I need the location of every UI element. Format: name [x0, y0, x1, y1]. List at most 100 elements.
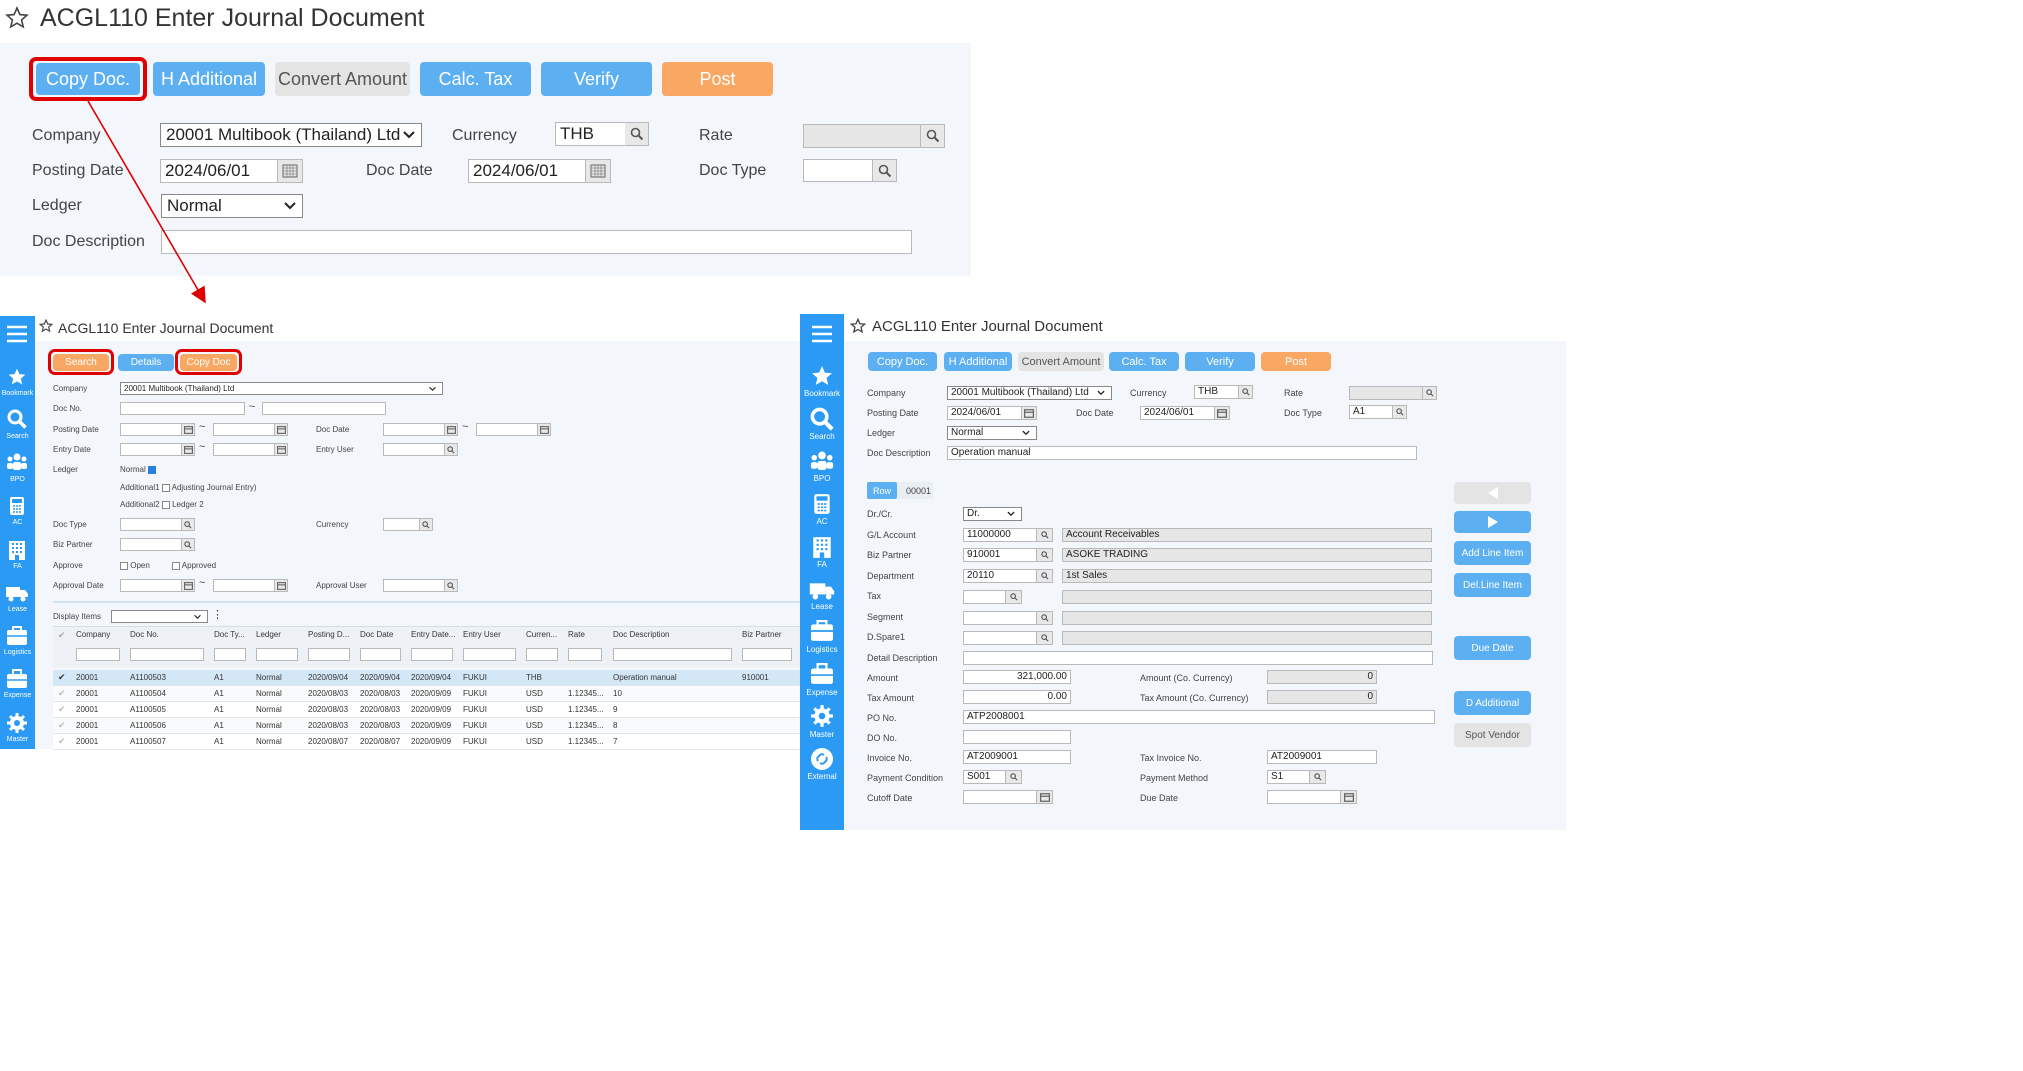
checkbox[interactable]	[161, 483, 170, 492]
calendar-icon[interactable]	[182, 443, 195, 456]
tax-invoice-no-field[interactable]: AT2009001	[1267, 750, 1377, 764]
biz-partner-field[interactable]	[120, 538, 182, 551]
calendar-icon[interactable]	[538, 423, 551, 436]
spot-vendor-button[interactable]: Spot Vendor	[1454, 723, 1531, 747]
grid-column-header[interactable]: Entry Date...	[411, 630, 455, 639]
tax-amount-field[interactable]: 0.00	[963, 690, 1071, 704]
ac-calculator-icon[interactable]	[813, 493, 831, 515]
gl-account-field[interactable]: 11000000	[963, 528, 1037, 542]
grid-column-filter[interactable]	[568, 648, 602, 661]
expense-briefcase-icon[interactable]	[6, 669, 28, 689]
entry-user-field[interactable]	[383, 443, 445, 456]
ledger-normal-option[interactable]: Normal	[120, 465, 157, 474]
approval-date-from[interactable]	[120, 579, 182, 592]
menu-icon[interactable]	[6, 325, 28, 343]
calendar-icon[interactable]	[1022, 406, 1037, 420]
grid-column-header[interactable]: Posting D...	[308, 630, 352, 639]
search-icon[interactable]	[1006, 770, 1022, 784]
approval-date-to[interactable]	[213, 579, 275, 592]
d-additional-button[interactable]: D Additional	[1454, 691, 1531, 715]
row-checkbox[interactable]: ✔	[58, 672, 66, 683]
master-gear-icon[interactable]	[6, 712, 28, 734]
bookmark-star-icon[interactable]	[850, 318, 866, 334]
grid-column-header[interactable]: Doc Ty...	[214, 630, 248, 639]
row-tab[interactable]: Row	[867, 482, 897, 499]
due-date-field[interactable]	[1267, 790, 1341, 804]
display-items-select[interactable]	[111, 610, 208, 623]
grid-column-header[interactable]: Curren...	[526, 630, 560, 639]
calendar-icon[interactable]	[275, 423, 288, 436]
grid-column-filter[interactable]	[256, 648, 298, 661]
lease-truck-icon[interactable]	[5, 584, 29, 602]
search-icon[interactable]	[1239, 385, 1253, 399]
ledger-additional2-option[interactable]: Additional2 Ledger 2	[120, 500, 204, 509]
po-no-field[interactable]: ATP2008001	[963, 710, 1435, 724]
master-gear-icon[interactable]	[809, 704, 835, 728]
search-icon[interactable]	[810, 407, 834, 431]
posting-date-from[interactable]	[120, 423, 182, 436]
grid-column-header[interactable]: Biz Partner	[742, 630, 794, 639]
grid-column-header[interactable]: Company	[76, 630, 122, 639]
do-no-field[interactable]	[963, 730, 1071, 744]
search-icon[interactable]	[1037, 569, 1053, 583]
due-date-button[interactable]: Due Date	[1454, 636, 1531, 660]
menu-icon[interactable]	[811, 325, 833, 343]
ac-calculator-icon[interactable]	[9, 496, 25, 516]
del-line-item-button[interactable]: Del.Line Item	[1454, 573, 1531, 597]
entry-date-to[interactable]	[213, 443, 275, 456]
grid-column-filter[interactable]	[526, 648, 558, 661]
grid-column-filter[interactable]	[130, 648, 204, 661]
details-button[interactable]: Details	[118, 354, 174, 371]
search-icon[interactable]	[1393, 405, 1407, 419]
search-icon[interactable]	[1423, 386, 1437, 400]
company-select[interactable]: 20001 Multibook (Thailand) Ltd	[947, 386, 1112, 400]
select-all-checkbox[interactable]: ✔	[58, 630, 66, 641]
search-icon[interactable]	[445, 443, 458, 456]
checked-checkbox[interactable]	[148, 465, 157, 474]
grid-column-filter[interactable]	[411, 648, 453, 661]
doc-type-field[interactable]: A1	[1349, 405, 1393, 419]
fa-building-icon[interactable]	[811, 535, 833, 559]
search-icon[interactable]	[1310, 770, 1326, 784]
grid-column-header[interactable]: Doc No.	[130, 630, 206, 639]
approval-user-field[interactable]	[383, 579, 445, 592]
doc-date-to[interactable]	[476, 423, 538, 436]
payment-method-field[interactable]: S1	[1267, 770, 1310, 784]
approve-approved-option[interactable]: Approved	[172, 561, 216, 570]
search-icon[interactable]	[420, 518, 433, 531]
doc-no-from[interactable]	[120, 402, 245, 415]
d-spare1-field[interactable]	[963, 631, 1037, 645]
amount-field[interactable]: 321,000.00	[963, 670, 1071, 684]
copy-doc-button[interactable]: Copy Doc.	[868, 352, 937, 371]
search-icon[interactable]	[1006, 590, 1022, 604]
cutoff-date-field[interactable]	[963, 790, 1037, 804]
ledger-additional1-option[interactable]: Additional1 Adjusting Journal Entry)	[120, 483, 257, 492]
post-button[interactable]: Post	[1261, 352, 1331, 371]
search-icon[interactable]	[7, 409, 27, 429]
row-checkbox[interactable]: ✔	[58, 736, 66, 747]
segment-field[interactable]	[963, 611, 1037, 625]
grid-column-header[interactable]: Doc Date	[360, 630, 403, 639]
fa-building-icon[interactable]	[7, 539, 27, 561]
checkbox[interactable]	[120, 561, 128, 570]
invoice-no-field[interactable]: AT2009001	[963, 750, 1071, 764]
grid-column-header[interactable]: Rate	[568, 630, 604, 639]
doc-no-to[interactable]	[262, 402, 386, 415]
h-additional-button[interactable]: H Additional	[944, 352, 1012, 371]
next-line-button[interactable]	[1454, 511, 1531, 533]
drcr-select[interactable]: Dr.	[963, 507, 1022, 521]
grid-column-header[interactable]: Doc Description	[613, 630, 734, 639]
row-checkbox[interactable]: ✔	[58, 720, 66, 731]
calendar-icon[interactable]	[275, 579, 288, 592]
payment-condition-field[interactable]: S001	[963, 770, 1006, 784]
department-field[interactable]: 20110	[963, 569, 1037, 583]
calc-tax-button[interactable]: Calc. Tax	[1109, 352, 1179, 371]
doc-date-from[interactable]	[383, 423, 445, 436]
doc-type-field[interactable]	[120, 518, 182, 531]
checkbox[interactable]	[161, 500, 170, 509]
prev-line-button[interactable]	[1454, 482, 1531, 504]
grid-column-filter[interactable]	[360, 648, 401, 661]
search-icon[interactable]	[1037, 548, 1053, 562]
search-icon[interactable]	[1037, 528, 1053, 542]
external-link-icon[interactable]	[810, 747, 834, 771]
